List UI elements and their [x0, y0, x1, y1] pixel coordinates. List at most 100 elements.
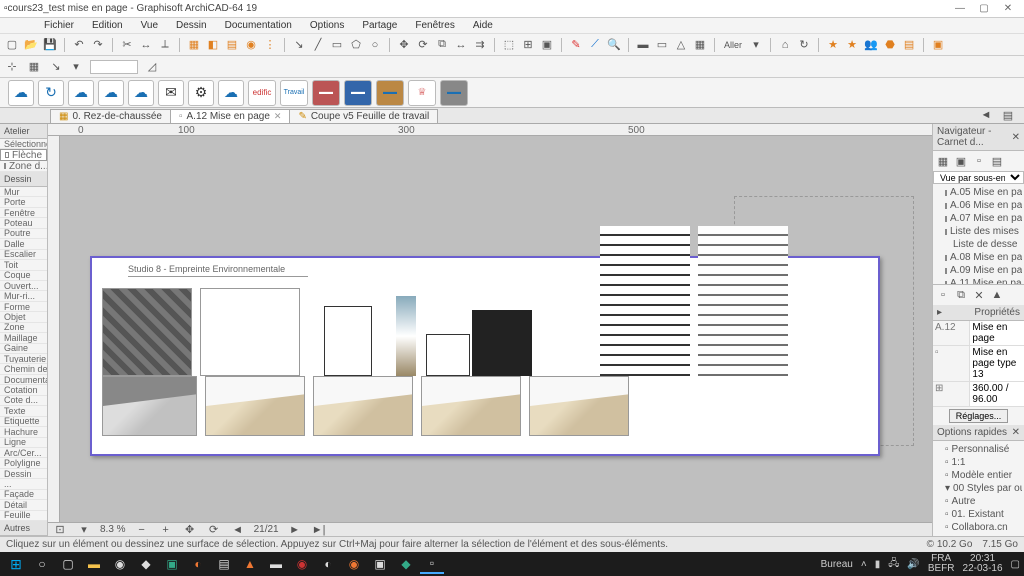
- open-icon[interactable]: 📂: [23, 37, 39, 53]
- rotate-icon[interactable]: ⟳: [415, 37, 431, 53]
- tray-net-icon[interactable]: 🖧: [888, 556, 899, 573]
- drawing-section1[interactable]: [308, 306, 388, 376]
- book-icon[interactable]: ▤: [901, 37, 917, 53]
- qo-item[interactable]: ▫ 01. Existant: [935, 508, 1022, 521]
- tool-beam[interactable]: Poutre: [0, 229, 47, 239]
- tool-column[interactable]: Poteau: [0, 218, 47, 228]
- app3-icon[interactable]: ◐: [186, 554, 210, 574]
- chrome-icon[interactable]: ◉: [108, 554, 132, 574]
- drawing-photo[interactable]: [396, 296, 416, 376]
- wall-icon[interactable]: ▬: [635, 37, 651, 53]
- tool-polyline[interactable]: Polyligne: [0, 458, 47, 468]
- partner-5[interactable]: ▬▬: [376, 80, 404, 106]
- drawing-plan2[interactable]: [205, 376, 305, 436]
- app4-icon[interactable]: ▤: [212, 554, 236, 574]
- eyedrop-icon[interactable]: ⟋: [587, 37, 603, 53]
- qo-item[interactable]: ▫ Personnalisé: [935, 443, 1022, 456]
- menu-doc[interactable]: Documentation: [217, 18, 300, 33]
- tool-select[interactable]: Sélectionner: [0, 139, 47, 149]
- qo-item[interactable]: ▫ 1:1: [935, 456, 1022, 469]
- tray-date[interactable]: 22-03-16: [963, 564, 1003, 574]
- drawing-siteplan[interactable]: [102, 288, 192, 376]
- nav-del-icon[interactable]: ✕: [971, 287, 987, 303]
- trace-icon[interactable]: ◧: [205, 37, 221, 53]
- drawing-blank[interactable]: [200, 288, 300, 376]
- explorer-icon[interactable]: ▬: [82, 554, 106, 574]
- tool-slab[interactable]: Dalle: [0, 239, 47, 249]
- mirror-icon[interactable]: ⧉: [434, 37, 450, 53]
- nav-up-icon[interactable]: ▲: [989, 287, 1005, 303]
- nav-item[interactable]: A.05 Mise en page: [935, 186, 1022, 199]
- tool-wall[interactable]: Mur: [0, 187, 47, 197]
- close-button[interactable]: ✕: [996, 2, 1020, 16]
- maximize-button[interactable]: ▢: [972, 2, 996, 16]
- layer-icon[interactable]: ▦: [186, 37, 202, 53]
- props-header[interactable]: ▸ Propriétés: [933, 305, 1024, 321]
- tool-pipe[interactable]: Tuyauterie: [0, 354, 47, 364]
- nav-item[interactable]: A.06 Mise en page: [935, 199, 1022, 212]
- partner-4[interactable]: ▬▬: [344, 80, 372, 106]
- undo-icon[interactable]: ↶: [71, 37, 87, 53]
- coord-mode[interactable]: ↘▾: [48, 59, 84, 75]
- drawing-plan4[interactable]: [421, 376, 521, 436]
- grid-snap-icon[interactable]: ▦: [26, 59, 42, 75]
- tool-label[interactable]: Etiquette: [0, 417, 47, 427]
- archicad-task[interactable]: ▫: [420, 554, 444, 574]
- arrow-icon[interactable]: ↘: [291, 37, 307, 53]
- tool-more[interactable]: ...: [0, 479, 47, 489]
- stretch-icon[interactable]: ↔: [453, 37, 469, 53]
- goto-dropdown-icon[interactable]: ▾: [748, 37, 764, 53]
- minimize-button[interactable]: —: [948, 2, 972, 16]
- nav-view-icon[interactable]: ▣: [953, 153, 969, 169]
- partner-travail[interactable]: Travail: [280, 80, 308, 106]
- menu-windows[interactable]: Fenêtres: [407, 18, 462, 33]
- menu-draw[interactable]: Dessin: [168, 18, 215, 33]
- tool-fill[interactable]: Hachure: [0, 427, 47, 437]
- partner-edific[interactable]: edific: [248, 80, 276, 106]
- app5-icon[interactable]: ▬: [264, 554, 288, 574]
- cloud-sync-icon[interactable]: ☁: [8, 80, 34, 106]
- partner-7[interactable]: ▬▬: [440, 80, 468, 106]
- vlc-icon[interactable]: ▲: [238, 554, 262, 574]
- menu-view[interactable]: Vue: [133, 18, 166, 33]
- nav-layout-icon[interactable]: ▫: [971, 153, 987, 169]
- menu-help[interactable]: Aide: [465, 18, 501, 33]
- app10-icon[interactable]: ◆: [394, 554, 418, 574]
- section-icon[interactable]: ⊞: [520, 37, 536, 53]
- people-icon[interactable]: 👥: [863, 37, 879, 53]
- measure-icon[interactable]: ⟂: [157, 37, 173, 53]
- zoom-value[interactable]: 8.3 %: [100, 524, 126, 535]
- refresh-icon[interactable]: ↻: [796, 37, 812, 53]
- tool-dim[interactable]: Cotation: [0, 385, 47, 395]
- nav-pub-icon[interactable]: ▤: [989, 153, 1005, 169]
- view-3d-icon[interactable]: ⬚: [501, 37, 517, 53]
- tray-up-icon[interactable]: ˄: [861, 559, 867, 570]
- tool-window[interactable]: Fenêtre: [0, 208, 47, 218]
- drawing-section-large2[interactable]: [698, 226, 788, 376]
- menu-edit[interactable]: Edition: [84, 18, 131, 33]
- tray-notif-icon[interactable]: ▢: [1011, 559, 1020, 570]
- tab-floorplan[interactable]: ▦0. Rez-de-chaussée: [50, 109, 171, 123]
- cloud-up-icon[interactable]: ☁: [68, 80, 94, 106]
- nav-item[interactable]: Liste de desse: [935, 238, 1022, 251]
- nav-item[interactable]: Liste des mises e: [935, 225, 1022, 238]
- quick-opts-header[interactable]: Options rapides✕: [933, 425, 1024, 441]
- navigator-header[interactable]: Navigateur - Carnet d...✕: [933, 124, 1024, 151]
- tool-detail[interactable]: Détail: [0, 500, 47, 510]
- drawing-plan1[interactable]: [102, 376, 197, 436]
- tray-vol-icon[interactable]: 🔊: [907, 559, 919, 570]
- redo-icon[interactable]: ↷: [90, 37, 106, 53]
- drawing-plan3[interactable]: [313, 376, 413, 436]
- distance-icon[interactable]: ↔: [138, 37, 154, 53]
- cloud-status-icon[interactable]: ☁: [218, 80, 244, 106]
- app6-icon[interactable]: ◉: [290, 554, 314, 574]
- tool-gaine[interactable]: Gaine: [0, 344, 47, 354]
- coord-x-input[interactable]: [90, 60, 138, 74]
- home-icon[interactable]: ⌂: [777, 37, 793, 53]
- elevation-icon[interactable]: ▣: [539, 37, 555, 53]
- layout-canvas[interactable]: Studio 8 - Empreinte Environnementale: [60, 136, 932, 522]
- tray-battery-icon[interactable]: ▮: [875, 559, 881, 570]
- offset-icon[interactable]: ⇉: [472, 37, 488, 53]
- gear-icon[interactable]: ⚙: [188, 80, 214, 106]
- rect-icon[interactable]: ▭: [329, 37, 345, 53]
